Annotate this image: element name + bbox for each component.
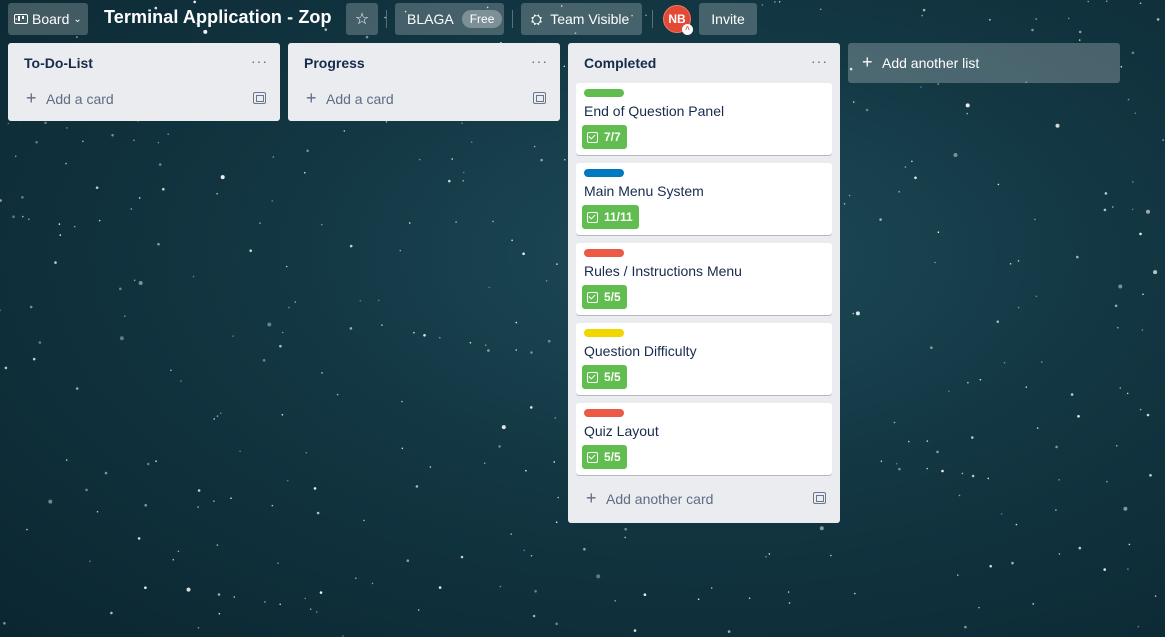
card-rules-instructions-menu[interactable]: Rules / Instructions Menu 5/5 [576, 243, 832, 315]
board-header: Board ⌄ Terminal Application - Zop ☆ BLA… [0, 0, 1165, 38]
board-button-label: Board [32, 11, 70, 27]
checklist-icon [587, 291, 598, 303]
template-icon[interactable] [253, 92, 266, 104]
checklist-badge: 5/5 [582, 365, 627, 389]
add-another-card-button[interactable]: + Add another card [576, 483, 832, 515]
plus-icon: + [862, 52, 873, 72]
more-icon[interactable]: ··· [811, 53, 828, 69]
card-label-green[interactable] [584, 89, 624, 97]
template-icon[interactable] [533, 92, 546, 104]
card-label-red[interactable] [584, 409, 624, 417]
star-icon: ☆ [354, 11, 370, 28]
team-icon: ⛭ [531, 10, 543, 27]
checklist-badge: 5/5 [582, 285, 627, 309]
list-completed: Completed ··· End of Question Panel 7/7 … [568, 43, 840, 523]
avatar[interactable]: NB ^ [663, 5, 693, 35]
board-icon [14, 14, 28, 24]
add-card-label: Add a card [46, 91, 114, 107]
list-header: Progress ··· [288, 43, 560, 83]
checklist-icon [587, 211, 598, 223]
checklist-badge: 11/11 [582, 205, 639, 229]
card-end-of-question-panel[interactable]: End of Question Panel 7/7 [576, 83, 832, 155]
header-divider [652, 10, 653, 28]
more-icon[interactable]: ··· [251, 53, 268, 69]
more-icon[interactable]: ··· [531, 53, 548, 69]
checklist-count: 5/5 [604, 370, 621, 384]
invite-button[interactable]: Invite [699, 3, 757, 35]
template-icon[interactable] [813, 492, 826, 504]
board-view-switcher[interactable]: Board ⌄ [8, 3, 88, 35]
add-card-button[interactable]: + Add a card [16, 83, 272, 115]
checklist-badge: 5/5 [582, 445, 627, 469]
list-title[interactable]: To-Do-List [24, 55, 93, 71]
checklist-count: 7/7 [604, 130, 621, 144]
checklist-count: 5/5 [604, 290, 621, 304]
header-divider [512, 10, 513, 28]
card-question-difficulty[interactable]: Question Difficulty 5/5 [576, 323, 832, 395]
list-title[interactable]: Progress [304, 55, 365, 71]
avatar-initials: NB [668, 12, 686, 26]
plus-icon: + [26, 88, 37, 108]
card-title: Rules / Instructions Menu [584, 263, 742, 279]
card-title: Quiz Layout [584, 423, 659, 439]
card-title: Question Difficulty [584, 343, 697, 359]
plan-badge: Free [461, 10, 503, 28]
add-list-label: Add another list [882, 55, 980, 71]
list-progress: Progress ··· + Add a card [288, 43, 560, 121]
workspace-name: BLAGA [407, 11, 454, 27]
card-main-menu-system[interactable]: Main Menu System 11/11 [576, 163, 832, 235]
admin-chevron-icon: ^ [682, 24, 693, 35]
header-divider [386, 10, 387, 28]
add-card-label: Add a card [326, 91, 394, 107]
card-quiz-layout[interactable]: Quiz Layout 5/5 [576, 403, 832, 475]
list-title[interactable]: Completed [584, 55, 656, 71]
visibility-button[interactable]: ⛭ Team Visible [521, 3, 642, 35]
card-label-blue[interactable] [584, 169, 624, 177]
checklist-count: 11/11 [604, 210, 633, 224]
visibility-label: Team Visible [550, 11, 630, 27]
checklist-icon [587, 371, 598, 383]
checklist-badge: 7/7 [582, 125, 627, 149]
list-header: To-Do-List ··· [8, 43, 280, 83]
list-to-do: To-Do-List ··· + Add a card [8, 43, 280, 121]
card-title: End of Question Panel [584, 103, 725, 119]
add-list-button[interactable]: + Add another list [848, 43, 1120, 83]
checklist-icon [587, 131, 598, 143]
card-label-red[interactable] [584, 249, 624, 257]
checklist-icon [587, 451, 598, 463]
checklist-count: 5/5 [604, 450, 621, 464]
chevron-down-icon: ⌄ [73, 13, 82, 25]
card-label-yellow[interactable] [584, 329, 624, 337]
add-card-button[interactable]: + Add a card [296, 83, 552, 115]
invite-label: Invite [711, 11, 745, 27]
card-title: Main Menu System [584, 183, 704, 199]
list-header: Completed ··· [568, 43, 840, 83]
board-title[interactable]: Terminal Application - Zop [104, 7, 332, 28]
plus-icon: + [586, 488, 597, 508]
plus-icon: + [306, 88, 317, 108]
workspace-button[interactable]: BLAGA Free [395, 3, 504, 35]
star-button[interactable]: ☆ [346, 3, 378, 35]
add-card-label: Add another card [606, 491, 714, 507]
